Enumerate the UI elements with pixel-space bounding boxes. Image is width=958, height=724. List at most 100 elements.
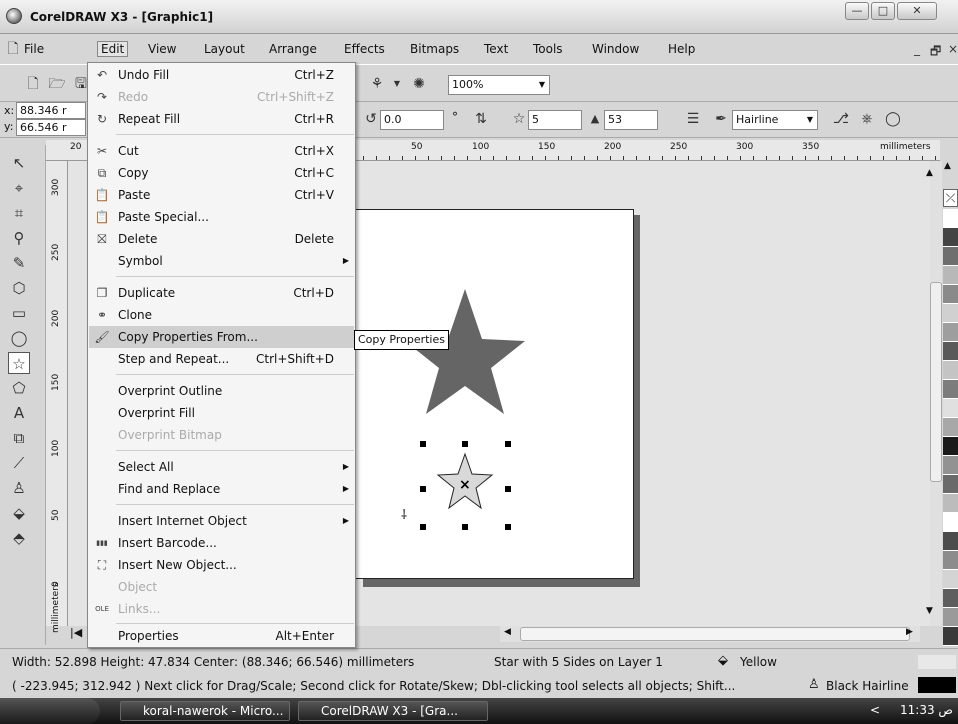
menu-item-step-and-repeat[interactable]: Step and Repeat... Ctrl+Shift+D (89, 348, 354, 370)
palette-color-swatch[interactable] (943, 342, 958, 361)
palette-color-swatch[interactable] (943, 266, 958, 285)
zoom-tool-icon[interactable]: ⚲ (8, 227, 30, 249)
palette-color-swatch[interactable] (943, 361, 958, 380)
menu-item-redo[interactable]: ↷ Redo Ctrl+Shift+Z (89, 86, 354, 108)
ellipse-tool-icon[interactable]: ◯ (8, 327, 30, 349)
selection-handle[interactable] (505, 524, 511, 530)
interactive-blend-tool-icon[interactable]: ⧉ (8, 427, 30, 449)
palette-color-swatch[interactable] (943, 627, 958, 646)
palette-color-swatch[interactable] (943, 494, 958, 513)
text-wrap-icon[interactable]: ⎈ (858, 110, 876, 128)
launcher-dropdown-icon[interactable]: ▼ (388, 75, 406, 93)
convert-to-curves-icon[interactable]: ⎇ (832, 110, 850, 128)
palette-color-swatch[interactable] (943, 532, 958, 551)
palette-color-swatch[interactable] (943, 608, 958, 627)
menu-layout[interactable]: Layout (204, 42, 245, 56)
sharpness-field[interactable]: 53 (604, 110, 658, 130)
outline-color-swatch[interactable] (918, 677, 956, 693)
zoom-level-select[interactable]: 100% ▼ (448, 75, 550, 95)
start-button[interactable] (0, 698, 100, 724)
menu-item-insert-internet-object[interactable]: Insert Internet Object ▶ (89, 510, 354, 532)
menu-window[interactable]: Window (592, 42, 639, 56)
vertical-ruler[interactable]: 300 250 200 150 100 50 0 millimeters (46, 161, 68, 633)
no-fill-swatch[interactable]: ⤫ (943, 189, 958, 207)
large-star-shape[interactable] (405, 289, 525, 414)
welcome-screen-icon[interactable]: ✺ (410, 75, 428, 93)
star-points-field[interactable]: 5 (528, 110, 582, 130)
palette-color-swatch[interactable] (943, 513, 958, 532)
taskbar-word-document[interactable]: koral-nawerok - Micro... (120, 701, 290, 721)
basic-shapes-tool-icon[interactable]: ⬠ (8, 377, 30, 399)
mirror-icon[interactable]: ⇅ (472, 110, 490, 128)
menu-effects[interactable]: Effects (344, 42, 385, 56)
vertical-scroll-thumb[interactable] (930, 282, 942, 482)
ellipse-shape-icon[interactable]: ◯ (884, 110, 902, 128)
palette-color-swatch[interactable] (943, 304, 958, 323)
selection-handle[interactable] (420, 441, 426, 447)
freehand-tool-icon[interactable]: ✎ (8, 252, 30, 274)
menu-item-overprint-outline[interactable]: Overprint Outline (89, 380, 354, 402)
menu-tools[interactable]: Tools (533, 42, 563, 56)
text-tool-icon[interactable]: A (8, 402, 30, 424)
menu-item-repeat-fill[interactable]: ↻ Repeat Fill Ctrl+R (89, 108, 354, 130)
menu-item-properties[interactable]: Properties Alt+Enter (89, 625, 354, 647)
menu-item-links[interactable]: OLE Links... (89, 598, 354, 620)
new-document-icon[interactable]: 🗋 (24, 75, 42, 93)
palette-color-swatch[interactable] (943, 418, 958, 437)
menu-item-insert-barcode[interactable]: ▮▮▮ Insert Barcode... (89, 532, 354, 554)
menu-item-copy[interactable]: ⧉ Copy Ctrl+C (89, 162, 354, 184)
palette-color-swatch[interactable] (943, 589, 958, 608)
palette-color-swatch[interactable] (943, 380, 958, 399)
star-tool-icon[interactable]: ☆ (8, 352, 30, 374)
interactive-fill-tool-icon[interactable]: ⬘ (8, 527, 30, 549)
menu-item-select-all[interactable]: Select All ▶ (89, 456, 354, 478)
doc-close-button[interactable]: × (948, 42, 958, 56)
menu-item-insert-new-object[interactable]: ⛶ Insert New Object... (89, 554, 354, 576)
palette-color-swatch[interactable] (943, 247, 958, 266)
selection-handle[interactable] (462, 524, 468, 530)
smart-fill-tool-icon[interactable]: ⬡ (8, 277, 30, 299)
outline-tool-icon[interactable]: ♙ (8, 477, 30, 499)
menu-item-overprint-bitmap[interactable]: Overprint Bitmap (89, 424, 354, 446)
outline-width-select[interactable]: Hairline ▼ (732, 110, 818, 130)
eyedropper-tool-icon[interactable]: ⟋ (8, 452, 30, 474)
taskbar-coreldraw[interactable]: CorelDRAW X3 - [Gra... (298, 701, 488, 721)
scroll-down-icon[interactable]: ▼ (926, 606, 933, 616)
palette-color-swatch[interactable] (943, 399, 958, 418)
scroll-right-icon[interactable]: ▶ (906, 627, 913, 637)
menu-item-copy-properties-from[interactable]: 🖌 Copy Properties From... (89, 326, 354, 348)
palette-color-swatch[interactable] (943, 456, 958, 475)
fill-tool-icon[interactable]: ⬙ (8, 502, 30, 524)
selection-handle[interactable] (505, 441, 511, 447)
palette-color-swatch[interactable] (943, 551, 958, 570)
menu-item-symbol[interactable]: Symbol ▶ (89, 250, 354, 272)
menu-edit[interactable]: Edit (96, 41, 129, 57)
doc-restore-button[interactable]: 🗗 (930, 42, 941, 63)
center-mark-icon[interactable]: × (459, 477, 471, 493)
pick-tool-icon[interactable]: ↖ (8, 152, 30, 174)
scroll-up-icon[interactable]: ▲ (926, 168, 933, 178)
coreldraw-app-icon[interactable] (6, 8, 22, 24)
palette-color-swatch[interactable] (943, 285, 958, 304)
first-page-icon[interactable]: |◀ (70, 626, 82, 639)
menu-file[interactable]: File (24, 42, 44, 56)
selection-handle[interactable] (420, 486, 426, 492)
selection-handle[interactable] (420, 524, 426, 530)
menu-item-paste-special[interactable]: 📋 Paste Special... (89, 206, 354, 228)
selection-handle[interactable] (462, 441, 468, 447)
menu-item-overprint-fill[interactable]: Overprint Fill (89, 402, 354, 424)
menu-item-cut[interactable]: ✂ Cut Ctrl+X (89, 140, 354, 162)
tray-arrow[interactable]: < (870, 703, 880, 717)
menu-view[interactable]: View (148, 42, 176, 56)
close-button[interactable]: ✕ (897, 2, 937, 20)
application-launcher-icon[interactable]: ⚘ (368, 75, 386, 93)
crop-tool-icon[interactable]: ⌗ (8, 202, 30, 224)
palette-color-swatch[interactable] (943, 570, 958, 589)
menu-item-clone[interactable]: ⚭ Clone (89, 304, 354, 326)
palette-color-swatch[interactable] (943, 323, 958, 342)
palette-scroll-up-icon[interactable]: ▲ (944, 161, 951, 171)
maximize-button[interactable]: □ (871, 2, 895, 20)
menu-arrange[interactable]: Arrange (269, 42, 317, 56)
wrap-text-icon[interactable]: ☰ (684, 110, 702, 128)
horizontal-scroll-thumb[interactable] (520, 627, 910, 641)
